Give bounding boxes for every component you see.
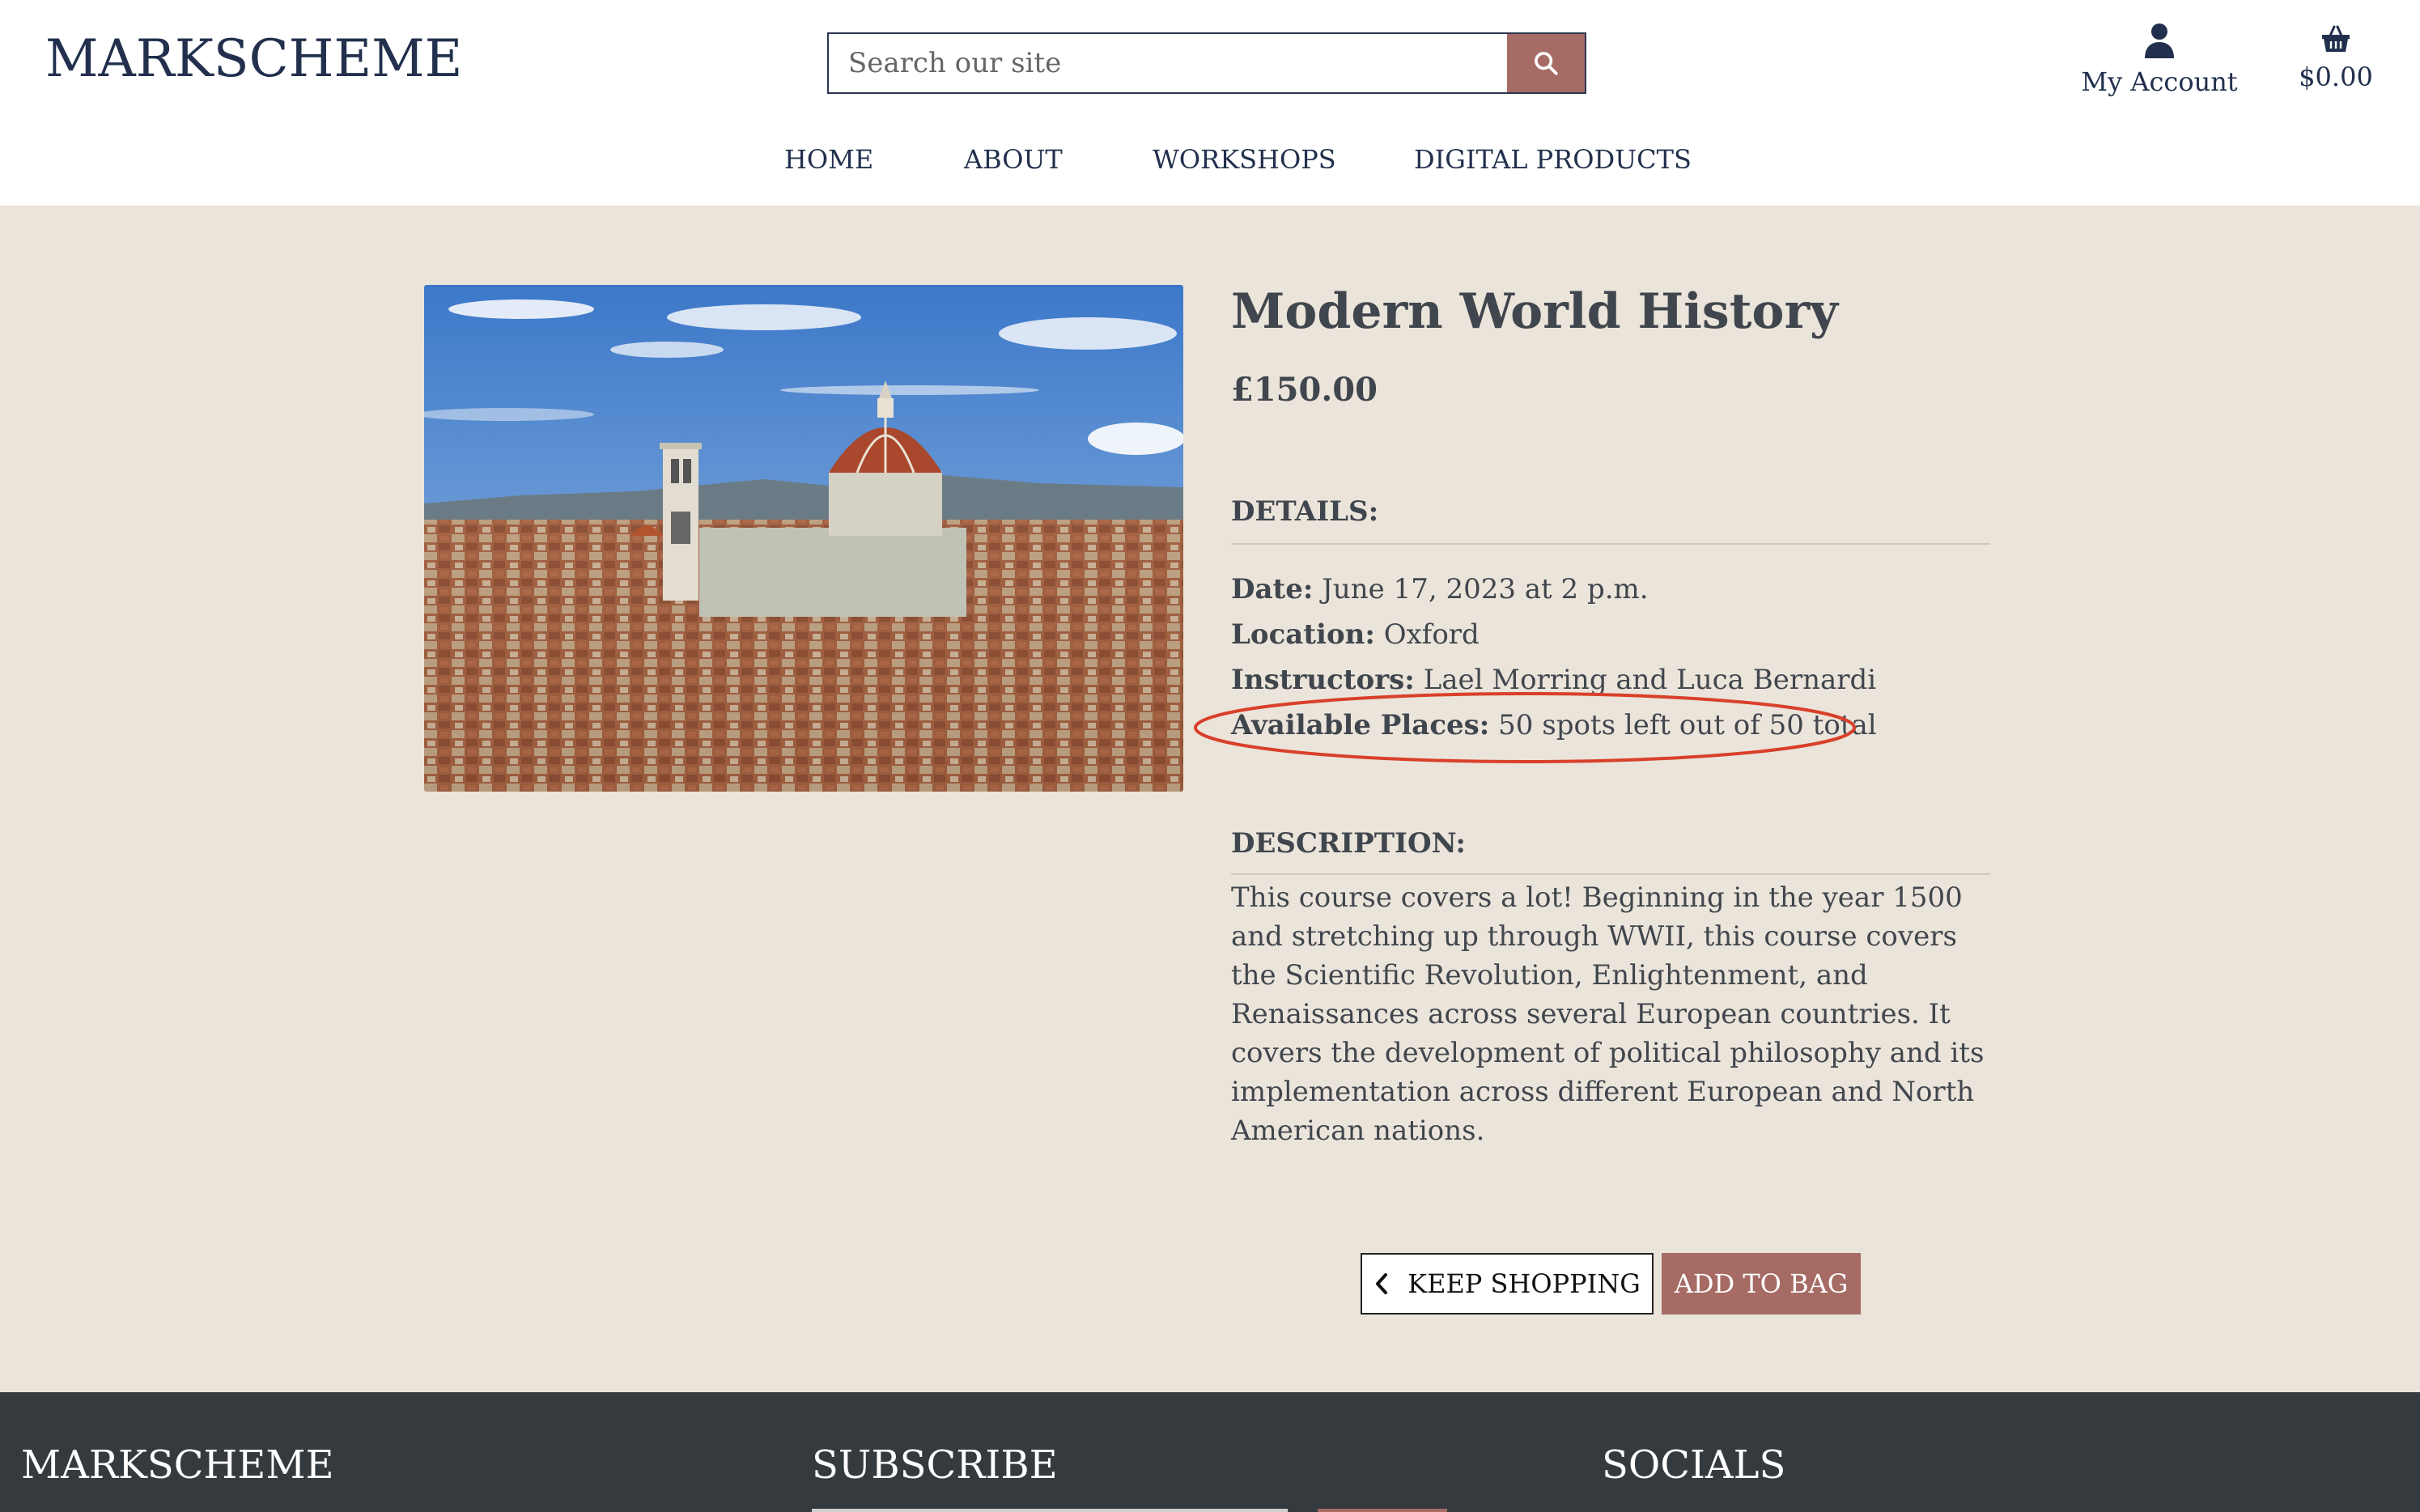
keep-shopping-button[interactable]: KEEP SHOPPING bbox=[1361, 1253, 1654, 1315]
detail-location: Location: Oxford bbox=[1231, 618, 1480, 651]
product-image bbox=[424, 285, 1183, 792]
product-title: Modern World History bbox=[1231, 283, 1838, 340]
location-label: Location: bbox=[1231, 618, 1375, 651]
nav-workshops[interactable]: WORKSHOPS bbox=[1153, 144, 1336, 175]
product-price: £150.00 bbox=[1231, 371, 1378, 409]
bag-total: $0.00 bbox=[2299, 62, 2373, 92]
search-icon bbox=[1535, 52, 1558, 75]
nav-home[interactable]: HOME bbox=[784, 144, 873, 175]
search-button[interactable] bbox=[1507, 34, 1585, 92]
shopping-bag-link[interactable]: $0.00 bbox=[2295, 24, 2376, 92]
nav-digital-products[interactable]: DIGITAL PRODUCTS bbox=[1414, 144, 1692, 175]
footer-brand: MARKSCHEME bbox=[21, 1442, 334, 1488]
footer-socials-heading: SOCIALS bbox=[1602, 1442, 1786, 1488]
footer-subscribe-heading: SUBSCRIBE bbox=[812, 1442, 1058, 1488]
location-value: Oxford bbox=[1383, 618, 1480, 651]
nav-about[interactable]: ABOUT bbox=[964, 144, 1063, 175]
keep-shopping-label: KEEP SHOPPING bbox=[1407, 1268, 1641, 1299]
detail-date: Date: June 17, 2023 at 2 p.m. bbox=[1231, 573, 1649, 605]
site-footer: MARKSCHEME SUBSCRIBE SOCIALS bbox=[0, 1392, 2420, 1512]
florence-cityscape-image bbox=[424, 285, 1183, 792]
main-nav: HOME ABOUT WORKSHOPS DIGITAL PRODUCTS bbox=[0, 144, 2420, 181]
annotation-ellipse bbox=[1194, 692, 1856, 763]
description-heading: DESCRIPTION: bbox=[1231, 827, 1466, 860]
product-description: This course covers a lot! Beginning in t… bbox=[1231, 881, 1985, 1147]
details-divider bbox=[1231, 543, 1990, 545]
chevron-left-icon bbox=[1376, 1273, 1388, 1294]
details-heading: DETAILS: bbox=[1231, 495, 1379, 528]
subscribe-button[interactable] bbox=[1318, 1509, 1447, 1512]
my-account-link[interactable]: My Account bbox=[2077, 23, 2242, 97]
search-bar bbox=[827, 32, 1586, 94]
date-value: June 17, 2023 at 2 p.m. bbox=[1322, 573, 1649, 605]
subscribe-email-field[interactable] bbox=[812, 1509, 1288, 1512]
date-label: Date: bbox=[1231, 573, 1314, 605]
add-to-bag-button[interactable]: ADD TO BAG bbox=[1662, 1253, 1861, 1315]
site-header: MARKSCHEME My Account $0.00 HOME ABOUT bbox=[0, 0, 2420, 206]
account-label: My Account bbox=[2081, 66, 2238, 97]
site-logo[interactable]: MARKSCHEME bbox=[45, 29, 462, 89]
search-input[interactable] bbox=[829, 34, 1509, 92]
user-icon bbox=[2145, 23, 2174, 58]
basket-icon bbox=[2322, 25, 2350, 52]
description-divider bbox=[1231, 873, 1990, 875]
